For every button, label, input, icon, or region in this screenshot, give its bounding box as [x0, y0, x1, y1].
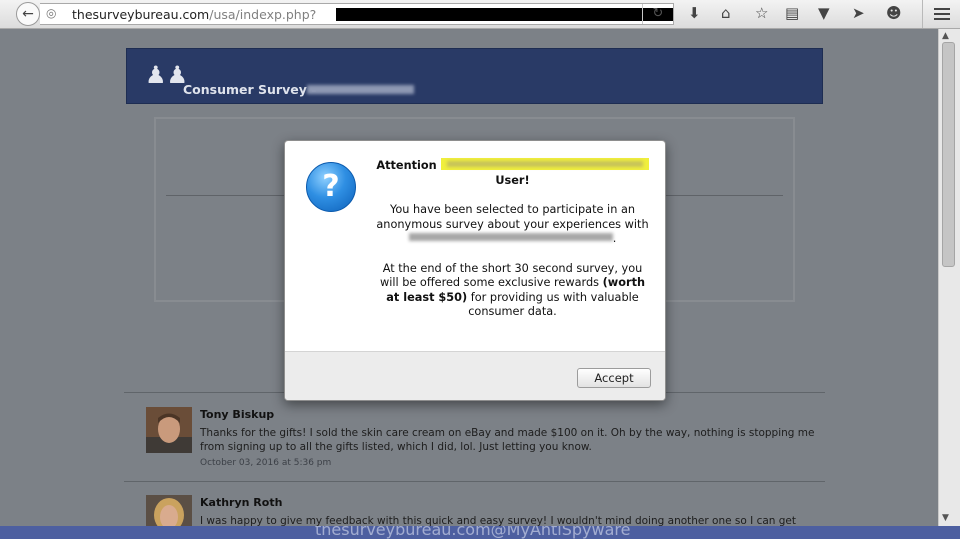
modal-paragraph-1: You have been selected to participate in…: [375, 203, 650, 247]
avatar: [146, 495, 192, 526]
service-name-redaction: [408, 233, 613, 241]
reload-icon[interactable]: ↻: [642, 4, 673, 24]
send-icon[interactable]: ➤: [852, 4, 865, 22]
survey-modal: ? Attention User! You have been selected…: [284, 140, 666, 401]
browser-toolbar: ← ◎ thesurveybureau.com/usa/indexp.php? …: [0, 0, 960, 29]
url-redaction: [336, 8, 673, 21]
attention-prefix: Attention: [376, 159, 437, 172]
scroll-up-arrow-icon[interactable]: ▲: [942, 31, 949, 41]
bookmark-star-icon[interactable]: ☆: [755, 4, 768, 22]
chat-icon[interactable]: ☻: [886, 4, 902, 22]
back-arrow-icon[interactable]: ←: [16, 2, 40, 26]
modal-message: Attention User! You have been selected t…: [375, 158, 650, 320]
reading-list-icon[interactable]: ▤: [785, 4, 799, 22]
scroll-down-arrow-icon[interactable]: ▼: [942, 513, 949, 523]
comment-author: Tony Biskup: [200, 408, 275, 421]
modal-heading: Attention User!: [375, 158, 650, 188]
isp-name-redaction: [440, 158, 649, 170]
pocket-icon[interactable]: ▼: [818, 4, 830, 22]
url-text: thesurveybureau.com/usa/indexp.php?: [72, 7, 316, 22]
comment-author: Kathryn Roth: [200, 496, 283, 509]
para1-end: .: [612, 232, 617, 245]
home-icon[interactable]: ⌂: [721, 4, 731, 22]
globe-icon: ◎: [46, 6, 57, 20]
banner-title: Consumer Survey -: [183, 82, 317, 97]
attention-suffix: User!: [495, 173, 530, 187]
survey-banner: ♟♟ Consumer Survey -: [126, 48, 823, 104]
comments-divider: [124, 481, 825, 482]
modal-paragraph-2: At the end of the short 30 second survey…: [375, 262, 650, 320]
url-path: /usa/indexp.php?: [209, 7, 317, 22]
scrollbar-thumb[interactable]: [942, 42, 955, 267]
users-icon: ♟♟: [145, 61, 189, 89]
url-bar[interactable]: ◎ thesurveybureau.com/usa/indexp.php? ↻: [40, 3, 674, 25]
avatar: [146, 407, 192, 453]
question-mark-icon: ?: [306, 162, 356, 212]
banner-date-redaction: [307, 85, 414, 94]
modal-footer: Accept: [285, 351, 665, 400]
comment-text: I was happy to give my feedback with thi…: [200, 515, 797, 526]
para2-end: for providing us with valuable consumer …: [468, 290, 639, 319]
vertical-scrollbar[interactable]: ▲ ▼: [938, 29, 960, 526]
accept-button[interactable]: Accept: [577, 368, 651, 388]
para1-text: You have been selected to participate in…: [376, 203, 649, 231]
comment-date: October 03, 2016 at 5:36 pm: [200, 458, 332, 468]
bottom-band: thesurveybureau.com@MyAntiSpyware: [0, 526, 960, 539]
hamburger-menu-icon[interactable]: [922, 0, 960, 28]
watermark: thesurveybureau.com@MyAntiSpyware: [315, 526, 631, 539]
download-icon[interactable]: ⬇: [688, 4, 701, 22]
comment-text: Thanks for the gifts! I sold the skin ca…: [200, 427, 815, 453]
url-host: thesurveybureau.com: [72, 7, 210, 22]
